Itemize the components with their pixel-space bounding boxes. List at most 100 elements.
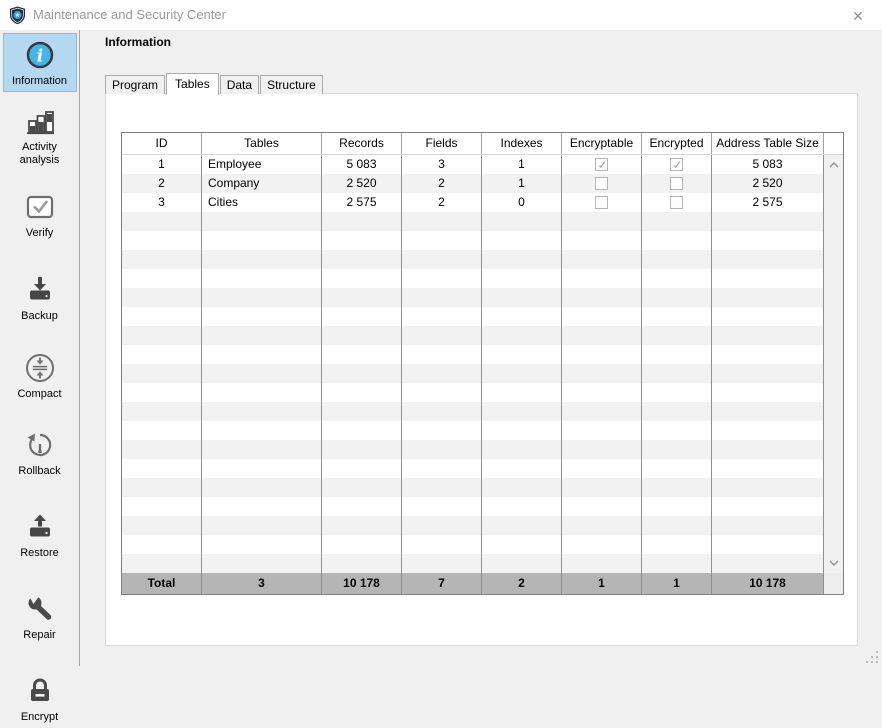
cell-encrypted <box>642 440 712 459</box>
cell-records <box>322 516 402 535</box>
cell-tables <box>202 383 322 402</box>
table-row-empty <box>122 516 843 535</box>
header-scroll-corner <box>824 133 843 154</box>
column-header-id[interactable]: ID <box>122 133 202 154</box>
cell-records <box>322 383 402 402</box>
table-row-empty <box>122 231 843 250</box>
cell-tables <box>202 440 322 459</box>
total-indexes: 2 <box>482 573 562 594</box>
tab-data[interactable]: Data <box>220 75 259 94</box>
cell-id <box>122 364 202 383</box>
cell-records <box>322 535 402 554</box>
cell-indexes <box>482 497 562 516</box>
sidebar-item-information[interactable]: i Information <box>3 33 77 92</box>
main-area: Information Program Tables Data Structur… <box>81 30 882 666</box>
cell-indexes <box>482 307 562 326</box>
cell-fields <box>402 212 482 231</box>
table-row-empty <box>122 440 843 459</box>
cell-fields <box>402 307 482 326</box>
encryptable-checkbox <box>595 196 608 209</box>
cell-ats <box>712 212 824 231</box>
close-icon[interactable]: ✕ <box>849 7 867 25</box>
table-row[interactable]: 1Employee5 083315 083 <box>122 155 843 174</box>
cell-encryptable <box>562 288 642 307</box>
cell-records: 2 575 <box>322 193 402 212</box>
cell-tables <box>202 497 322 516</box>
table-row-empty <box>122 250 843 269</box>
column-header-records[interactable]: Records <box>322 133 402 154</box>
cell-records: 2 520 <box>322 174 402 193</box>
tab-program[interactable]: Program <box>105 75 165 94</box>
cell-id: 2 <box>122 174 202 193</box>
cell-fields <box>402 345 482 364</box>
column-header-fields[interactable]: Fields <box>402 133 482 154</box>
cell-encryptable <box>562 307 642 326</box>
cell-tables <box>202 307 322 326</box>
cell-indexes <box>482 345 562 364</box>
tab-structure[interactable]: Structure <box>260 75 323 94</box>
table-row[interactable]: 3Cities2 575202 575 <box>122 193 843 212</box>
column-header-indexes[interactable]: Indexes <box>482 133 562 154</box>
table-row-empty <box>122 383 843 402</box>
cell-tables <box>202 269 322 288</box>
cell-encrypted <box>642 307 712 326</box>
cell-ats <box>712 307 824 326</box>
cell-encrypted <box>642 345 712 364</box>
sidebar-item-label: Rollback <box>18 465 60 478</box>
cell-records <box>322 307 402 326</box>
cell-encrypted <box>642 554 712 573</box>
history-clock-icon <box>23 428 57 462</box>
cell-records <box>322 364 402 383</box>
table-row[interactable]: 2Company2 520212 520 <box>122 174 843 193</box>
sidebar-item-repair[interactable]: Repair <box>3 587 77 646</box>
tables-listbox: IDTablesRecordsFieldsIndexesEncryptableE… <box>121 132 844 595</box>
column-header-encrypted[interactable]: Encrypted <box>642 133 712 154</box>
window-resize-grip[interactable] <box>865 650 878 663</box>
cell-fields: 3 <box>402 155 482 174</box>
vertical-scrollbar[interactable] <box>824 155 843 573</box>
sidebar-item-restore[interactable]: Restore <box>3 505 77 564</box>
cell-indexes <box>482 212 562 231</box>
total-records: 10 178 <box>322 573 402 594</box>
cell-id <box>122 231 202 250</box>
encrypted-checkbox <box>670 158 683 171</box>
cell-tables <box>202 516 322 535</box>
scroll-down-icon[interactable] <box>824 555 843 571</box>
cell-encryptable <box>562 345 642 364</box>
sidebar-item-compact[interactable]: Compact <box>3 346 77 405</box>
cell-fields <box>402 459 482 478</box>
cell-fields <box>402 288 482 307</box>
column-header-tables[interactable]: Tables <box>202 133 322 154</box>
cell-encrypted <box>642 212 712 231</box>
cell-id <box>122 383 202 402</box>
window-title: Maintenance and Security Center <box>33 7 226 22</box>
cell-ats <box>712 250 824 269</box>
cell-records <box>322 269 402 288</box>
cell-tables <box>202 364 322 383</box>
column-header-encryptable[interactable]: Encryptable <box>562 133 642 154</box>
encrypted-checkbox <box>670 177 683 190</box>
cell-encryptable <box>562 554 642 573</box>
cell-fields <box>402 516 482 535</box>
table-row-empty <box>122 269 843 288</box>
total-fields: 7 <box>402 573 482 594</box>
sidebar-item-backup[interactable]: Backup <box>3 268 77 327</box>
cell-encrypted <box>642 364 712 383</box>
cell-records <box>322 421 402 440</box>
tab-tables[interactable]: Tables <box>166 73 219 95</box>
sidebar-item-verify[interactable]: Verify <box>3 185 77 244</box>
cell-records <box>322 288 402 307</box>
cell-encrypted <box>642 250 712 269</box>
sidebar-item-label: Encrypt <box>21 711 58 724</box>
drive-arrow-down-icon <box>23 273 57 307</box>
total-tables: 3 <box>202 573 322 594</box>
column-header-ats[interactable]: Address Table Size <box>712 133 824 154</box>
scroll-up-icon[interactable] <box>824 157 843 173</box>
sidebar-item-encrypt[interactable]: Encrypt <box>3 669 77 728</box>
cell-encrypted <box>642 459 712 478</box>
sidebar-item-activity-analysis[interactable]: Activity analysis <box>3 99 77 171</box>
sidebar-item-rollback[interactable]: Rollback <box>3 423 77 482</box>
cell-id <box>122 440 202 459</box>
cell-ats <box>712 516 824 535</box>
cell-indexes: 1 <box>482 174 562 193</box>
